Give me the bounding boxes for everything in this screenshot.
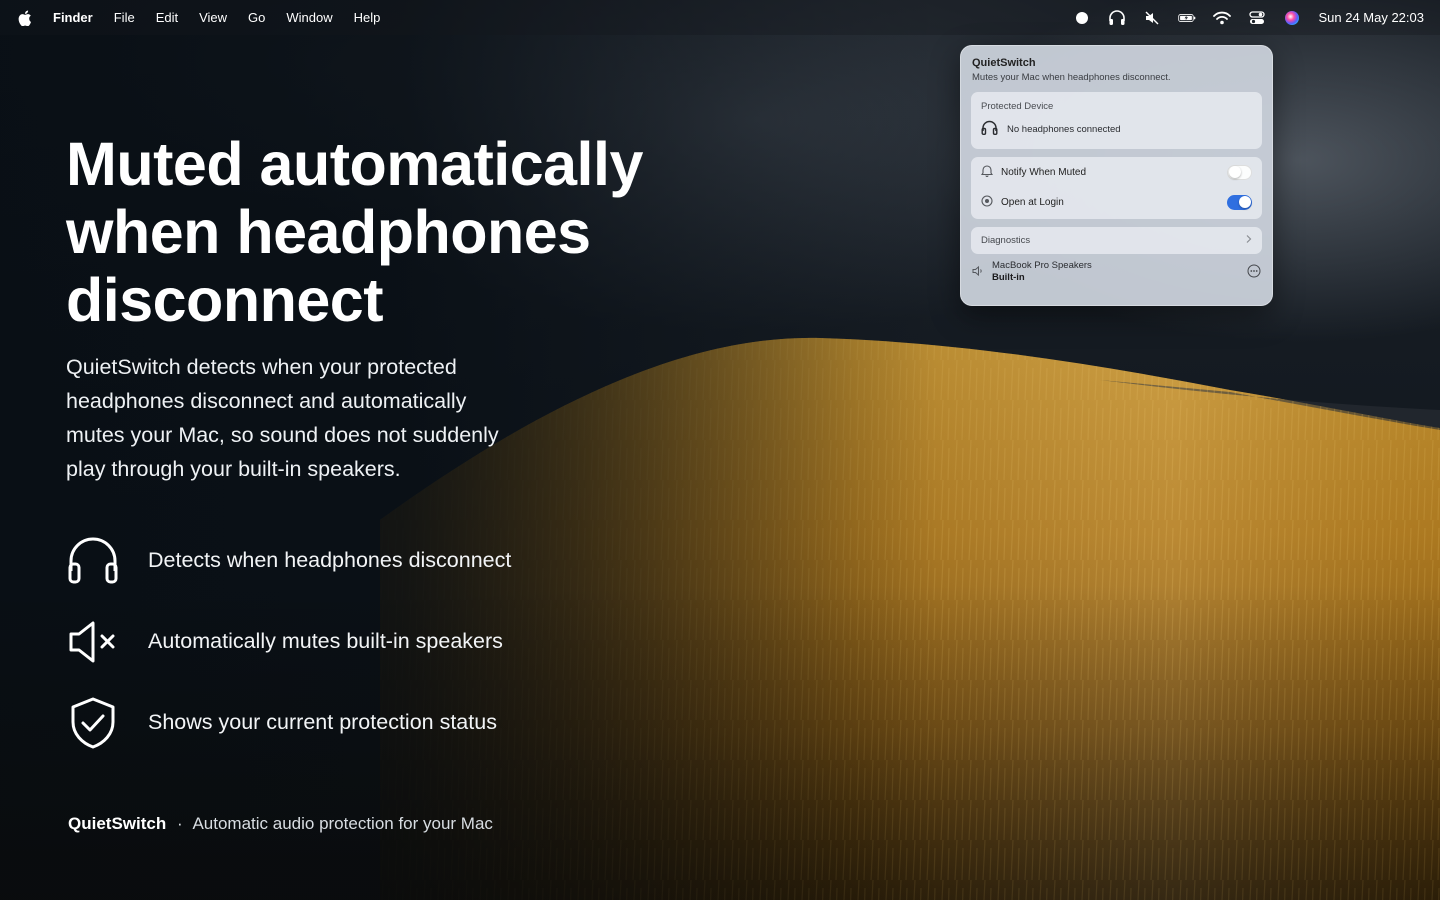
speaker-icon [972, 265, 984, 280]
feature-item: Shows your current protection status [66, 682, 511, 763]
headphones-icon [981, 120, 998, 138]
headphones-icon[interactable] [1108, 9, 1126, 26]
menu-view[interactable]: View [199, 10, 227, 25]
battery-charging-icon[interactable] [1178, 10, 1196, 26]
protected-device-card: Protected Device No headphones connected [971, 92, 1262, 149]
device-status-text: No headphones connected [1007, 123, 1121, 135]
more-options-icon[interactable] [1247, 264, 1261, 281]
feature-label: Automatically mutes built-in speakers [148, 629, 503, 653]
toggle-label: Open at Login [1001, 196, 1064, 208]
feature-label: Shows your current protection status [148, 710, 497, 734]
notify-when-muted-toggle[interactable] [1227, 164, 1252, 180]
headline-line: when headphones [66, 198, 591, 266]
menu-window[interactable]: Window [286, 10, 332, 25]
quietswitch-popover: QuietSwitch Mutes your Mac when headphon… [960, 45, 1273, 306]
output-device-type: Built-in [992, 272, 1025, 283]
control-center-icon[interactable] [1248, 10, 1266, 26]
settings-card: Notify When Muted Open at Login [971, 157, 1262, 219]
menu-bar-clock[interactable]: Sun 24 May 22:03 [1318, 10, 1424, 25]
toggle-row-login: Open at Login [981, 187, 1252, 217]
headphones-icon [66, 534, 120, 588]
power-icon [981, 194, 993, 210]
open-at-login-toggle[interactable] [1227, 194, 1252, 210]
protected-device-label: Protected Device [981, 101, 1054, 112]
diagnostics-label: Diagnostics [981, 235, 1031, 246]
toggle-row-notify: Notify When Muted [980, 157, 1252, 187]
record-icon[interactable] [1073, 10, 1091, 26]
hero-description: QuietSwitch detects when your protected … [66, 355, 499, 481]
menu-file[interactable]: File [114, 10, 135, 25]
headline-line: disconnect [66, 266, 384, 334]
menu-help[interactable]: Help [354, 10, 381, 25]
menu-bar: Finder File Edit View Go Window Help Sun… [0, 0, 1440, 35]
diagnostics-row[interactable]: Diagnostics [971, 227, 1262, 254]
popover-subtitle: Mutes your Mac when headphones disconnec… [972, 72, 1171, 83]
footer-brand: QuietSwitch [68, 814, 167, 833]
hero-section: Muted automatically when headphones disc… [66, 130, 666, 486]
output-device-name: MacBook Pro Speakers [992, 260, 1092, 271]
headline-line: Muted automatically [66, 130, 643, 198]
speaker-muted-icon [66, 615, 120, 669]
apple-logo-icon[interactable] [18, 10, 32, 26]
wifi-icon[interactable] [1213, 10, 1232, 26]
footer-text: Automatic audio protection for your Mac [192, 814, 493, 833]
feature-item: Automatically mutes built-in speakers [66, 601, 511, 682]
feature-label: Detects when headphones disconnect [148, 548, 512, 572]
feature-item: Detects when headphones disconnect [66, 520, 511, 601]
chevron-right-icon [1245, 234, 1252, 247]
protected-device-status: No headphones connected [981, 120, 1252, 138]
speaker-muted-icon[interactable] [1143, 10, 1161, 26]
menu-finder[interactable]: Finder [53, 10, 93, 25]
page-title: Muted automatically when headphones disc… [66, 130, 666, 334]
output-device-row: MacBook Pro Speakers Built-in [971, 260, 1262, 284]
toggle-label: Notify When Muted [1001, 166, 1087, 178]
footer-separator: · [176, 814, 183, 833]
footer-tagline: QuietSwitch · Automatic audio protection… [68, 814, 493, 834]
popover-title: QuietSwitch [972, 57, 1036, 69]
menu-edit[interactable]: Edit [156, 10, 178, 25]
shield-check-icon [66, 696, 120, 750]
feature-list: Detects when headphones disconnect Autom… [66, 520, 511, 763]
menu-go[interactable]: Go [248, 10, 265, 25]
bell-icon [980, 164, 994, 180]
siri-icon[interactable] [1283, 10, 1301, 26]
